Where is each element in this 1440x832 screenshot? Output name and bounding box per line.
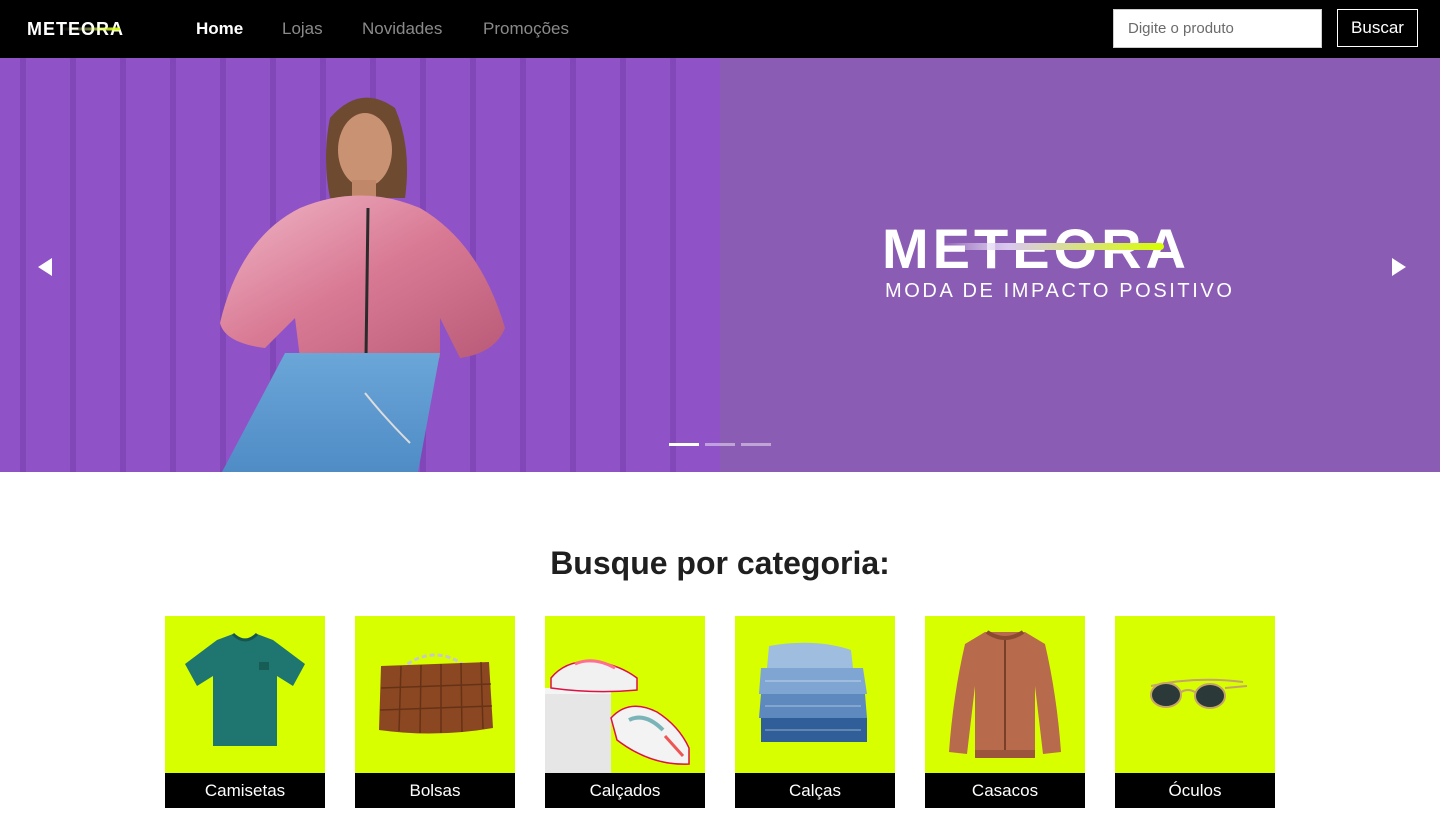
search-button[interactable]: Buscar bbox=[1337, 9, 1418, 47]
nav-link-promocoes[interactable]: Promoções bbox=[483, 18, 569, 40]
category-label: Óculos bbox=[1115, 773, 1275, 808]
categories-title: Busque por categoria: bbox=[550, 545, 890, 581]
category-card-camisetas[interactable]: Camisetas bbox=[165, 616, 325, 808]
category-label: Casacos bbox=[925, 773, 1085, 808]
category-card-oculos[interactable]: Óculos bbox=[1115, 616, 1275, 808]
sunglasses-icon bbox=[1150, 678, 1248, 709]
search-input[interactable] bbox=[1113, 9, 1322, 48]
hero-model-photo bbox=[0, 58, 720, 472]
category-label: Camisetas bbox=[165, 773, 325, 808]
category-card-casacos[interactable]: Casacos bbox=[925, 616, 1085, 808]
jacket-icon bbox=[949, 630, 1061, 758]
sneakers-icon bbox=[545, 659, 690, 773]
tshirt-icon bbox=[185, 632, 305, 746]
category-label: Calçados bbox=[545, 773, 705, 808]
category-label: Calças bbox=[735, 773, 895, 808]
hero-brand-panel: METEORA MODA DE IMPACTO POSITIVO bbox=[720, 58, 1440, 472]
carousel-indicator-2[interactable] bbox=[705, 443, 735, 446]
nav-link-lojas[interactable]: Lojas bbox=[282, 18, 323, 40]
category-card-calcas[interactable]: Calças bbox=[735, 616, 895, 808]
hero-carousel: METEORA MODA DE IMPACTO POSITIVO bbox=[0, 58, 1440, 472]
carousel-indicator-3[interactable] bbox=[741, 443, 771, 446]
nav-link-home[interactable]: Home bbox=[196, 18, 243, 40]
category-card-calcados[interactable]: Calçados bbox=[545, 616, 705, 808]
brand-logo[interactable]: METEORA bbox=[27, 18, 153, 40]
category-card-bolsas[interactable]: Bolsas bbox=[355, 616, 515, 808]
hero-brand-logo: METEORA bbox=[882, 222, 1186, 274]
handbag-icon bbox=[379, 653, 493, 734]
nav-link-novidades[interactable]: Novidades bbox=[362, 18, 442, 40]
jeans-icon bbox=[759, 642, 867, 742]
carousel-prev-arrow-icon[interactable] bbox=[36, 257, 56, 277]
top-navbar: METEORA Home Lojas Novidades Promoções B… bbox=[0, 0, 1440, 58]
hero-tagline: MODA DE IMPACTO POSITIVO bbox=[885, 280, 1235, 302]
carousel-indicator-1[interactable] bbox=[669, 443, 699, 446]
category-label: Bolsas bbox=[355, 773, 515, 808]
carousel-next-arrow-icon[interactable] bbox=[1388, 257, 1408, 277]
